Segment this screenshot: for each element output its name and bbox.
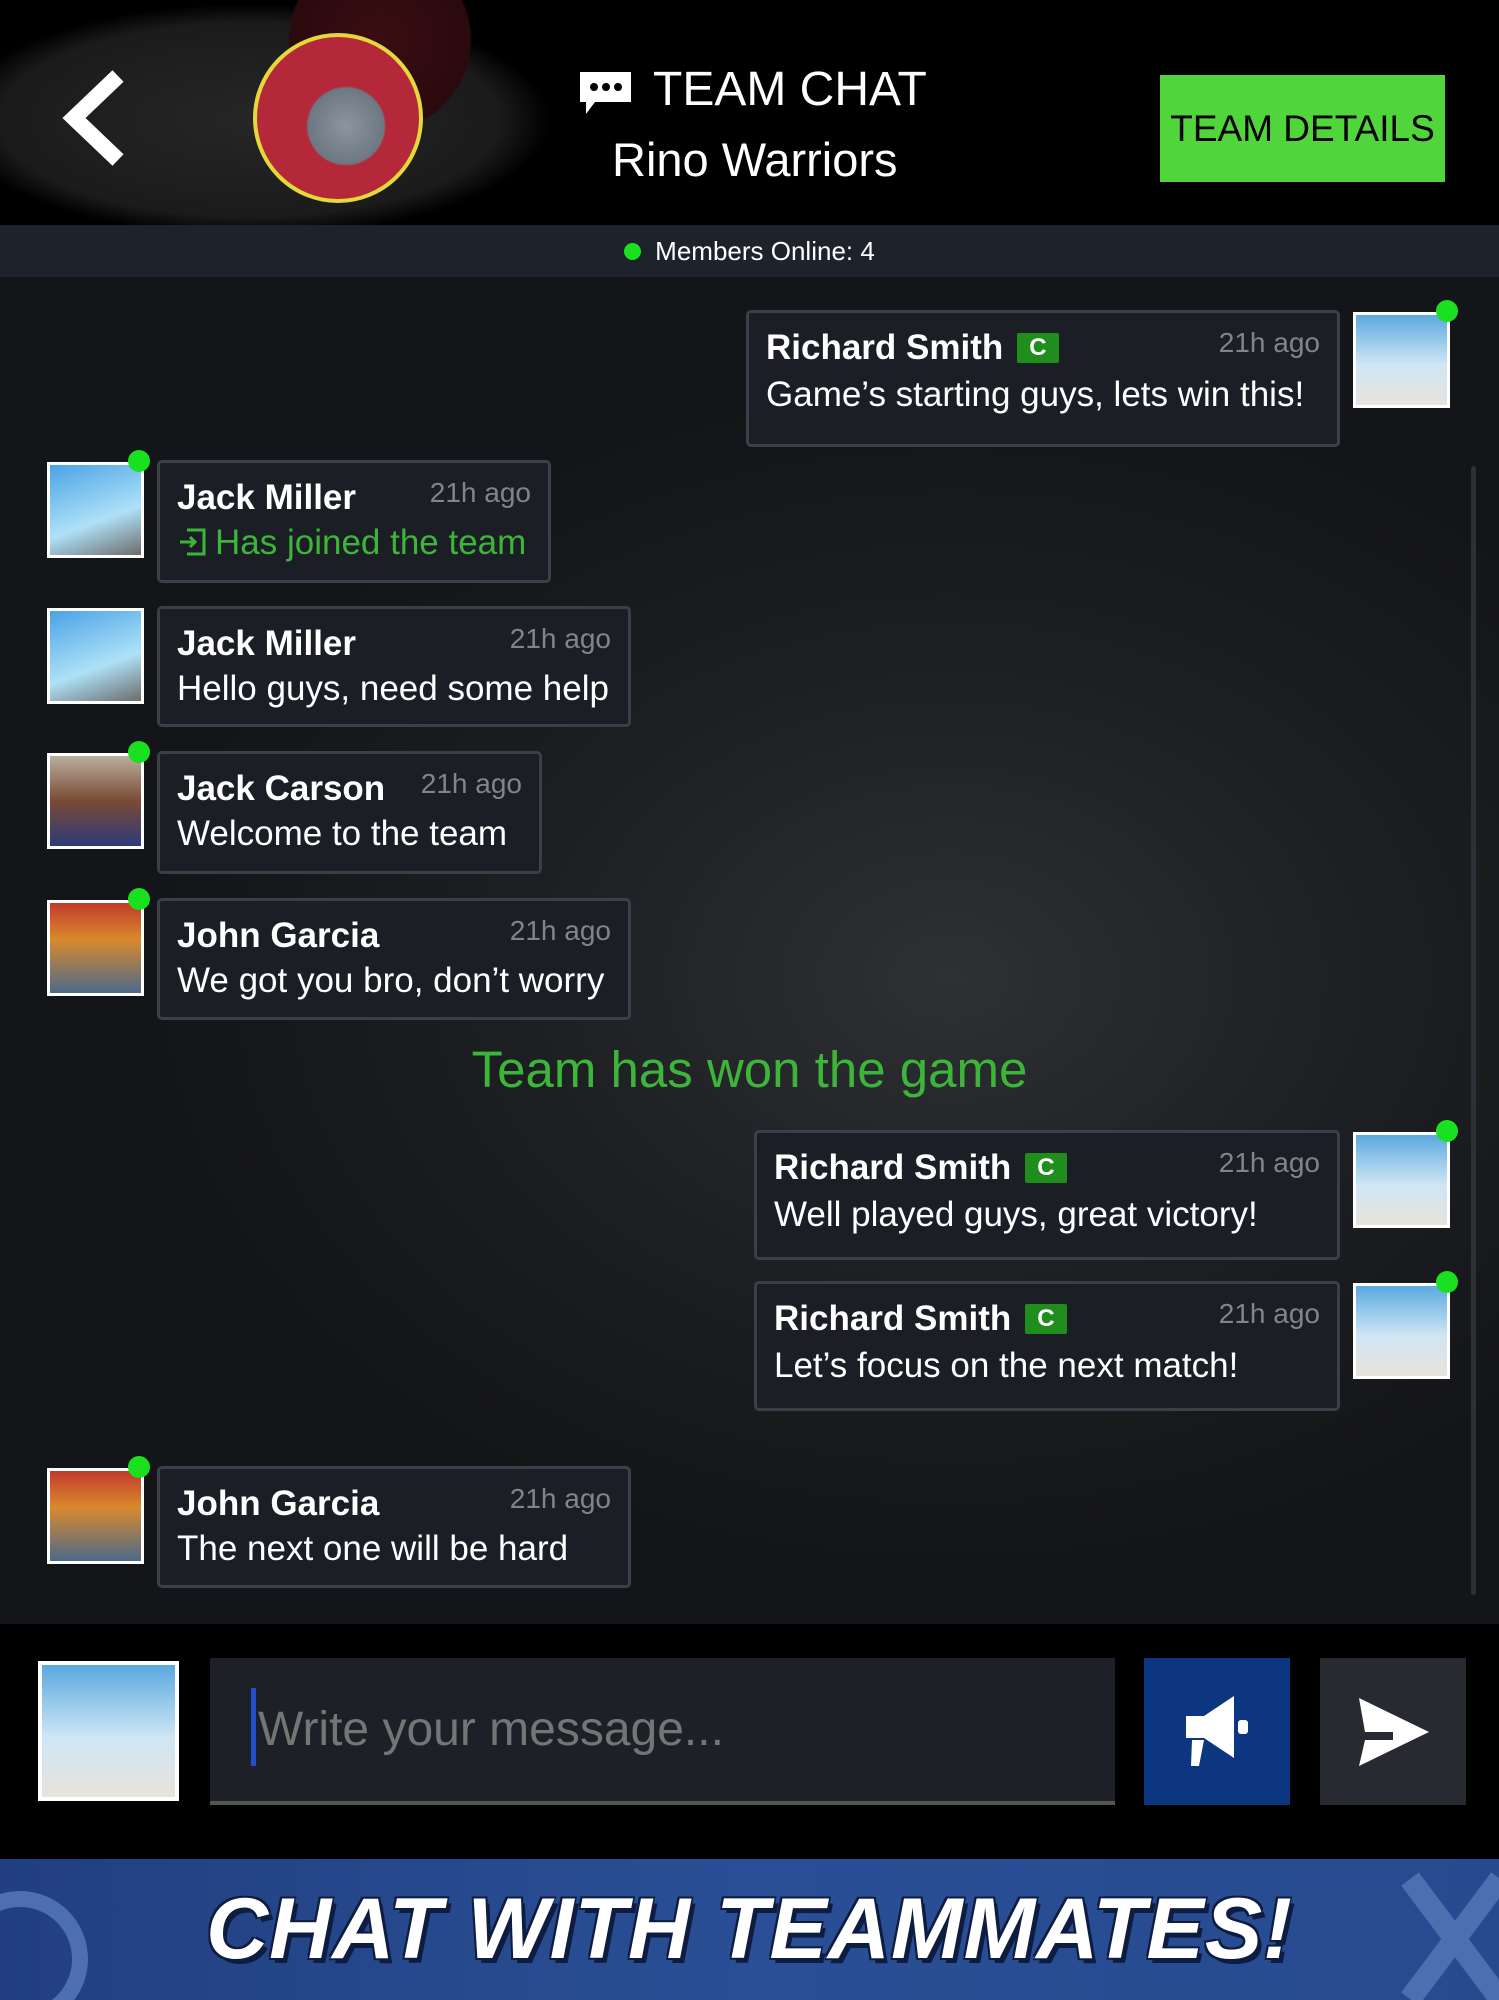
timestamp: 21h ago: [509, 1483, 611, 1514]
avatar[interactable]: [1353, 312, 1450, 408]
sender-name: Richard Smith C: [774, 1299, 1067, 1339]
captain-badge: C: [1025, 1304, 1067, 1334]
online-indicator: [128, 741, 150, 763]
timestamp: 21h ago: [429, 477, 531, 508]
avatar[interactable]: [47, 608, 144, 704]
header: TEAM CHAT Rino Warriors TEAM DETAILS: [0, 0, 1499, 225]
captain-badge: C: [1025, 1153, 1067, 1183]
message-bubble: Richard Smith C 21h ago Let’s focus on th…: [754, 1281, 1340, 1411]
message-text: Has joined the team: [177, 523, 526, 563]
timestamp: 21h ago: [1218, 1298, 1320, 1329]
sender-name: Jack Miller: [177, 478, 356, 517]
team-name: Rino Warriors: [612, 133, 898, 186]
online-indicator: [128, 888, 150, 910]
message-bubble: Jack Miller 21h ago Has joined the team: [157, 460, 551, 583]
my-avatar[interactable]: [38, 1661, 179, 1801]
back-button[interactable]: [60, 68, 130, 168]
chevron-left-icon: [62, 70, 124, 166]
sender-name: John Garcia: [177, 916, 380, 955]
online-indicator: [128, 1456, 150, 1478]
message-text: Well played guys, great victory!: [774, 1195, 1258, 1234]
message-bubble: John Garcia 21h ago The next one will be…: [157, 1466, 631, 1588]
message-text: The next one will be hard: [177, 1529, 569, 1568]
timestamp: 21h ago: [1218, 327, 1320, 358]
message-text: Game’s starting guys, lets win this!: [766, 375, 1305, 414]
avatar[interactable]: [1353, 1132, 1450, 1228]
avatar[interactable]: [47, 1468, 144, 1564]
message-bubble: Jack Carson 21h ago Welcome to the team: [157, 751, 542, 874]
announcement-button[interactable]: [1144, 1658, 1290, 1805]
timestamp: 21h ago: [509, 915, 611, 946]
avatar[interactable]: [47, 462, 144, 558]
online-indicator: [1436, 300, 1458, 322]
message-text: Hello guys, need some help: [177, 669, 609, 708]
message-bubble: Jack Miller 21h ago Hello guys, need som…: [157, 606, 631, 727]
send-arrow-icon: [1359, 1697, 1429, 1766]
banner-headline: CHAT WITH TEAMMATES!: [206, 1881, 1293, 1977]
scrollbar[interactable]: [1471, 466, 1476, 1595]
members-online-bar: Members Online: 4: [0, 225, 1499, 277]
message-text: Welcome to the team: [177, 814, 508, 853]
message-bubble: John Garcia 21h ago We got you bro, don’…: [157, 898, 631, 1020]
online-indicator: [1436, 1271, 1458, 1293]
avatar[interactable]: [47, 753, 144, 849]
sender-name: Richard Smith C: [766, 328, 1059, 368]
timestamp: 21h ago: [420, 768, 522, 799]
team-logo: [253, 33, 423, 203]
megaphone-icon: [1186, 1695, 1248, 1766]
message-text: Let’s focus on the next match!: [774, 1346, 1239, 1385]
avatar[interactable]: [1353, 1283, 1450, 1379]
chat-bubble-icon: [577, 70, 634, 116]
text-caret: [251, 1688, 256, 1766]
sender-name: Richard Smith C: [774, 1148, 1067, 1188]
captain-badge: C: [1017, 333, 1059, 363]
enter-icon: [180, 528, 206, 556]
message-bubble: Richard Smith C 21h ago Game’s starting g…: [746, 310, 1340, 447]
online-indicator: [1436, 1120, 1458, 1142]
timestamp: 21h ago: [509, 623, 611, 654]
page-title: TEAM CHAT: [653, 63, 927, 116]
members-online-text: Members Online: 4: [655, 235, 875, 266]
online-indicator: [128, 450, 150, 472]
system-message: Team has won the game: [471, 1041, 1028, 1098]
message-text: We got you bro, don’t worry: [177, 961, 605, 1000]
send-button[interactable]: [1320, 1658, 1466, 1805]
sender-name: Jack Carson: [177, 769, 386, 808]
promo-banner: CHAT WITH TEAMMATES!: [0, 1859, 1499, 2000]
message-input[interactable]: [210, 1658, 1115, 1805]
message-bubble: Richard Smith C 21h ago Well played guys,…: [754, 1130, 1340, 1260]
timestamp: 21h ago: [1218, 1147, 1320, 1178]
online-dot-icon: [624, 242, 642, 260]
team-details-button[interactable]: TEAM DETAILS: [1160, 75, 1445, 182]
sender-name: John Garcia: [177, 1484, 380, 1523]
avatar[interactable]: [47, 900, 144, 996]
sender-name: Jack Miller: [177, 624, 356, 663]
